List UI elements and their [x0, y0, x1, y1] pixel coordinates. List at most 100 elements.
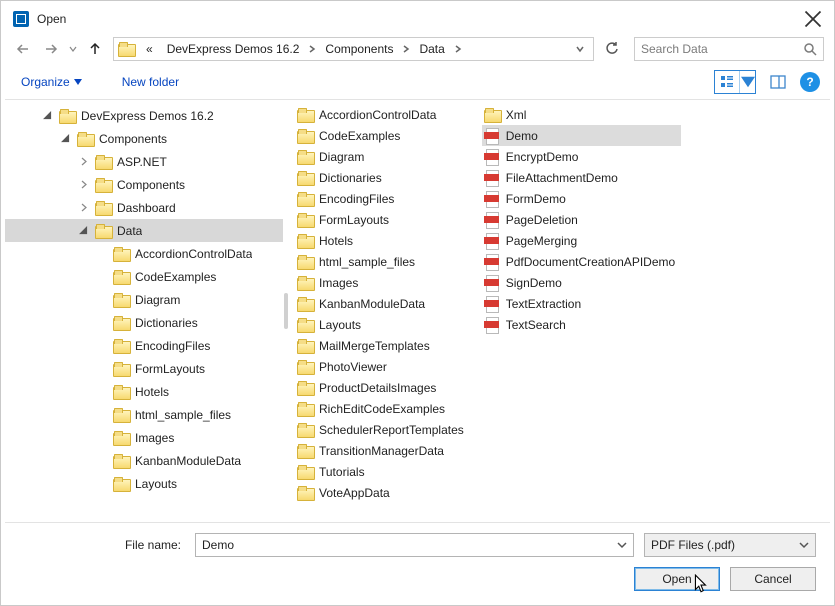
history-dropdown[interactable]: [67, 45, 79, 53]
file-name: Diagram: [319, 150, 364, 164]
folder-icon: [95, 224, 111, 238]
tree-item[interactable]: DevExpress Demos 16.2: [5, 104, 283, 127]
list-item[interactable]: PageMerging: [482, 230, 681, 251]
preview-pane-toggle[interactable]: [766, 70, 790, 94]
list-item[interactable]: SignDemo: [482, 272, 681, 293]
tree-item[interactable]: Images: [5, 426, 283, 449]
folder-icon: [297, 318, 313, 332]
list-item[interactable]: EncryptDemo: [482, 146, 681, 167]
file-listing[interactable]: AccordionControlDataCodeExamples Diagram D…: [289, 100, 830, 522]
chevron-down-icon[interactable]: [799, 540, 809, 550]
chevron-down-icon[interactable]: [575, 45, 585, 53]
refresh-button[interactable]: [600, 37, 624, 61]
title-bar: Open: [5, 5, 830, 33]
chevron-right-icon[interactable]: [307, 45, 317, 53]
file-name: PageMerging: [506, 234, 577, 248]
list-item[interactable]: Diagram: [295, 146, 470, 167]
tree-item[interactable]: FormLayouts: [5, 357, 283, 380]
open-button[interactable]: Open: [634, 567, 720, 591]
folder-icon: [113, 477, 129, 491]
folder-icon: [297, 108, 313, 122]
tree-item[interactable]: html_sample_files: [5, 403, 283, 426]
tree-item[interactable]: Components: [5, 127, 283, 150]
list-item[interactable]: FormLayouts: [295, 209, 470, 230]
close-button[interactable]: [804, 10, 822, 28]
search-input[interactable]: Search Data: [634, 37, 824, 61]
list-item[interactable]: Hotels: [295, 230, 470, 251]
list-item[interactable]: VoteAppData: [295, 482, 470, 503]
collapse-icon[interactable]: [59, 134, 71, 143]
list-item[interactable]: Dictionaries: [295, 167, 470, 188]
folder-icon: [95, 155, 111, 169]
list-item[interactable]: TextExtraction: [482, 293, 681, 314]
list-item[interactable]: Images: [295, 272, 470, 293]
list-item[interactable]: FileAttachmentDemo: [482, 167, 681, 188]
list-item[interactable]: FormDemo: [482, 188, 681, 209]
list-item[interactable]: EncodingFiles: [295, 188, 470, 209]
help-button[interactable]: ?: [800, 72, 820, 92]
breadcrumb-item[interactable]: DevExpress Demos 16.2: [161, 40, 306, 58]
list-item[interactable]: html_sample_files: [295, 251, 470, 272]
list-item[interactable]: Demo: [482, 125, 681, 146]
expand-icon[interactable]: [77, 203, 89, 212]
tree-item-label: Dictionaries: [135, 316, 198, 330]
expand-icon[interactable]: [77, 157, 89, 166]
list-item[interactable]: TextSearch: [482, 314, 681, 335]
breadcrumb-root[interactable]: «: [140, 40, 159, 58]
pdf-icon: [484, 317, 500, 333]
list-item[interactable]: MailMergeTemplates: [295, 335, 470, 356]
list-item[interactable]: CodeExamples: [295, 125, 470, 146]
breadcrumb-item[interactable]: Data: [413, 40, 450, 58]
list-item[interactable]: SchedulerReportTemplates: [295, 419, 470, 440]
cancel-button[interactable]: Cancel: [730, 567, 816, 591]
collapse-icon[interactable]: [77, 226, 89, 235]
file-name: ProductDetailsImages: [319, 381, 436, 395]
chevron-down-icon[interactable]: [617, 540, 627, 550]
organize-menu[interactable]: Organize: [15, 71, 88, 93]
tree-item[interactable]: KanbanModuleData: [5, 449, 283, 472]
tree-item[interactable]: EncodingFiles: [5, 334, 283, 357]
collapse-icon[interactable]: [41, 111, 53, 120]
list-item[interactable]: Tutorials: [295, 461, 470, 482]
chevron-right-icon[interactable]: [453, 45, 463, 53]
list-item[interactable]: PhotoViewer: [295, 356, 470, 377]
filename-input[interactable]: Demo: [195, 533, 634, 557]
list-item[interactable]: Layouts: [295, 314, 470, 335]
up-button[interactable]: [83, 37, 107, 61]
filetype-filter[interactable]: PDF Files (.pdf): [644, 533, 816, 557]
tree-item[interactable]: Layouts: [5, 472, 283, 495]
chevron-right-icon[interactable]: [401, 45, 411, 53]
folder-icon: [113, 270, 129, 284]
folder-icon: [118, 42, 134, 56]
tree-item[interactable]: Components: [5, 173, 283, 196]
open-dialog: Open « DevExpress Demos 16.2 Components: [0, 0, 835, 606]
tree-item[interactable]: Dictionaries: [5, 311, 283, 334]
list-item[interactable]: Xml: [482, 104, 681, 125]
tree-item[interactable]: Data: [5, 219, 283, 242]
new-folder-button[interactable]: New folder: [116, 71, 185, 93]
pdf-icon: [484, 212, 500, 228]
list-item[interactable]: ProductDetailsImages: [295, 377, 470, 398]
tree-item[interactable]: CodeExamples: [5, 265, 283, 288]
back-button[interactable]: [11, 37, 35, 61]
tree-item-label: Images: [135, 431, 174, 445]
list-item[interactable]: KanbanModuleData: [295, 293, 470, 314]
listing-column: AccordionControlDataCodeExamples Diagram D…: [295, 104, 470, 522]
tree-item[interactable]: Dashboard: [5, 196, 283, 219]
tree-item[interactable]: ASP.NET: [5, 150, 283, 173]
list-item[interactable]: RichEditCodeExamples: [295, 398, 470, 419]
tree-item[interactable]: AccordionControlData: [5, 242, 283, 265]
list-item[interactable]: PdfDocumentCreationAPIDemo: [482, 251, 681, 272]
view-mode-selector[interactable]: [714, 70, 756, 94]
expand-icon[interactable]: [77, 180, 89, 189]
list-item[interactable]: TransitionManagerData: [295, 440, 470, 461]
filename-value: Demo: [202, 538, 234, 552]
folder-tree[interactable]: DevExpress Demos 16.2ComponentsASP.NETCo…: [5, 100, 283, 522]
forward-button[interactable]: [39, 37, 63, 61]
breadcrumb-item[interactable]: Components: [319, 40, 399, 58]
list-item[interactable]: AccordionControlData: [295, 104, 470, 125]
tree-item[interactable]: Diagram: [5, 288, 283, 311]
tree-item[interactable]: Hotels: [5, 380, 283, 403]
address-bar[interactable]: « DevExpress Demos 16.2 Components Data: [113, 37, 594, 61]
list-item[interactable]: PageDeletion: [482, 209, 681, 230]
